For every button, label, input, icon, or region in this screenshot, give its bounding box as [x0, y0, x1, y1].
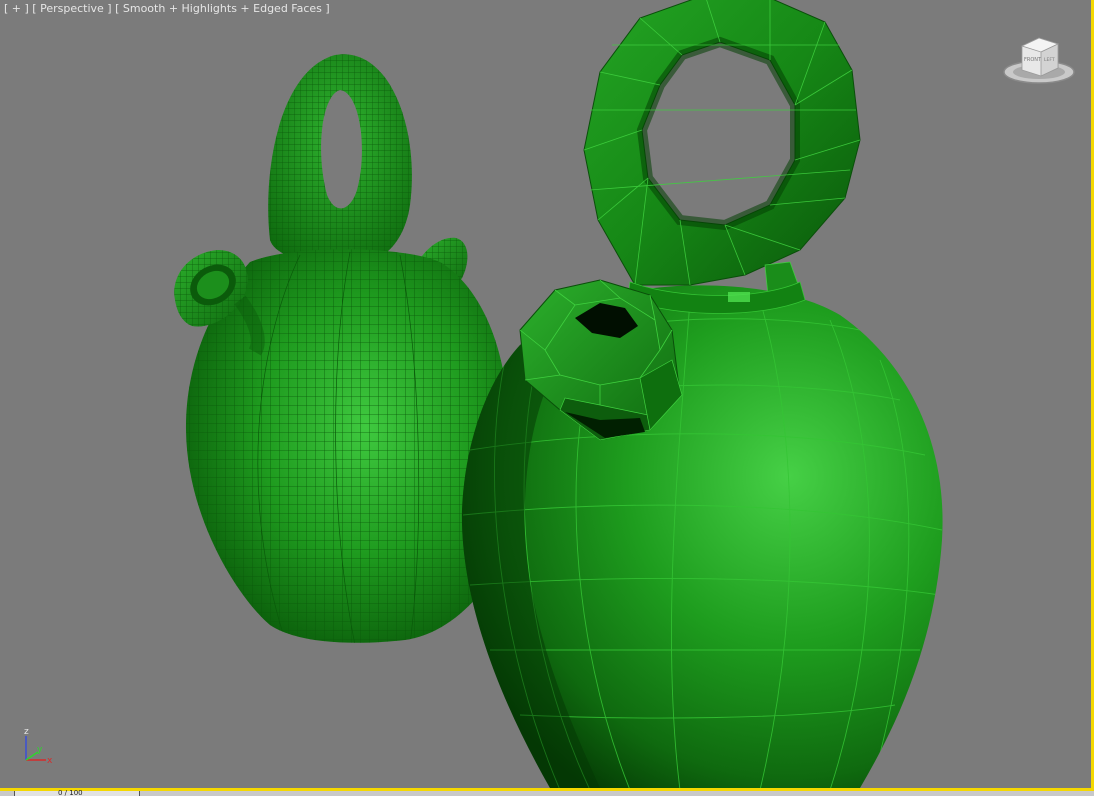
botijo-low-poly[interactable]: [461, 0, 943, 790]
viewport-menu-button[interactable]: [ + ]: [4, 2, 29, 15]
view-type-button[interactable]: [ Perspective ]: [32, 2, 111, 15]
timeline-track[interactable]: [0, 791, 1094, 796]
axis-tripod-icon: z y x: [24, 727, 53, 766]
shading-mode-button[interactable]: [ Smooth + Highlights + Edged Faces ]: [115, 2, 330, 15]
axis-y-label: y: [37, 745, 43, 755]
time-slider-frame-label: 0 / 100: [58, 790, 83, 796]
viewcube-front-face[interactable]: FRONT: [1024, 57, 1042, 63]
perspective-viewport[interactable]: [ + ] [ Perspective ] [ Smooth + Highlig…: [0, 0, 1094, 796]
viewcube-left-face[interactable]: LEFT: [1044, 57, 1055, 63]
scene-canvas[interactable]: [0, 0, 1094, 796]
viewcube-icon[interactable]: FRONT LEFT: [1002, 32, 1076, 88]
axis-x-label: x: [47, 756, 53, 766]
axis-z-label: z: [24, 727, 29, 737]
viewport-label: [ + ] [ Perspective ] [ Smooth + Highlig…: [4, 2, 330, 15]
